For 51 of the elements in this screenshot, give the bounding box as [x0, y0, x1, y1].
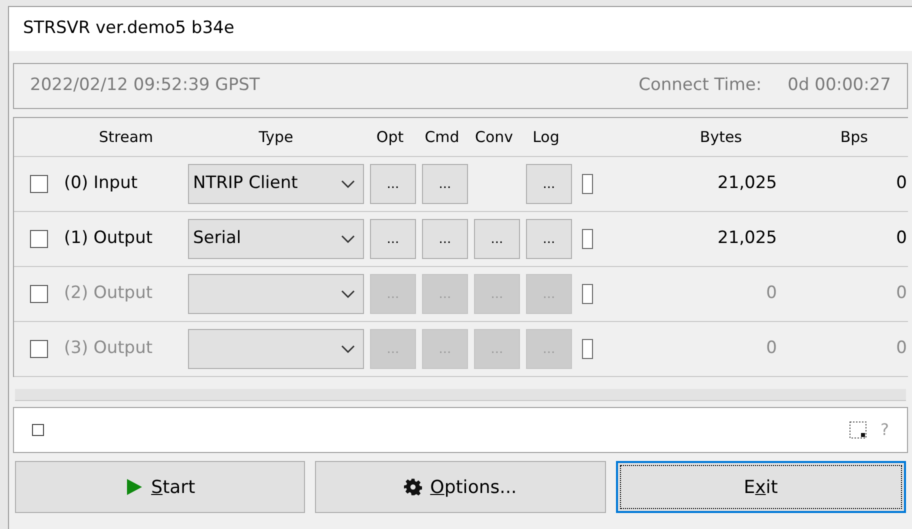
column-header: Opt [375, 126, 405, 148]
connect-time-value: 0d 00:00:27 [788, 74, 891, 98]
conv-button[interactable]: ... [474, 219, 520, 260]
column-header: Bytes [698, 126, 742, 148]
log-indicator-icon [582, 339, 593, 360]
resize-grip-icon [848, 421, 866, 439]
column-header: Bps [839, 126, 868, 148]
chevron-down-icon [341, 290, 355, 298]
chevron-down-icon [341, 180, 355, 188]
log-indicator-icon [582, 229, 593, 250]
stream-label: (1) Output [64, 227, 154, 250]
log-indicator-icon [582, 284, 593, 304]
log-indicator-icon [582, 174, 593, 194]
window-title: STRSVR ver.demo5 b34e [23, 17, 234, 40]
connect-time-label: Connect Time: [638, 74, 762, 98]
column-header: Cmd [424, 126, 460, 148]
bps-value: 0 [895, 337, 907, 360]
options-button[interactable]: Options... [315, 461, 606, 513]
log-button[interactable]: ... [526, 219, 572, 260]
type-dropdown[interactable]: Serial [188, 219, 364, 260]
bps-value: 0 [895, 172, 907, 196]
cmd-button[interactable]: ... [422, 164, 468, 204]
stream-label: (2) Output [64, 282, 154, 306]
gps-time: 2022/02/12 09:52:39 GPST [30, 74, 260, 98]
column-header: Conv [474, 126, 514, 148]
start-button[interactable]: Start [15, 461, 306, 513]
exit-button[interactable]: Exit [616, 461, 906, 513]
gear-icon [404, 478, 422, 496]
opt-button[interactable]: ... [370, 164, 416, 204]
column-header: Log [532, 126, 560, 148]
stream-checkbox[interactable] [30, 230, 48, 248]
log-button[interactable]: ... [526, 164, 572, 204]
chevron-down-icon [341, 345, 355, 354]
status-square-icon [32, 424, 44, 436]
stream-label: (0) Input [64, 172, 139, 196]
bps-value: 0 [895, 282, 907, 306]
scroll-bar[interactable] [15, 389, 906, 401]
bytes-value: 0 [765, 282, 777, 306]
chevron-down-icon [341, 235, 355, 244]
bytes-value: 0 [765, 337, 777, 360]
opt-button[interactable]: ... [370, 219, 416, 260]
play-icon [125, 478, 144, 496]
column-header: Type [258, 126, 294, 148]
type-dropdown[interactable]: NTRIP Client [188, 164, 364, 204]
bps-value: 0 [895, 227, 907, 250]
column-header: Stream [98, 126, 154, 148]
bytes-value: 21,025 [716, 172, 777, 196]
bytes-value: 21,025 [716, 227, 777, 250]
stream-label: (3) Output [64, 337, 154, 360]
stream-checkbox[interactable] [30, 175, 48, 194]
cmd-button[interactable]: ... [422, 219, 468, 260]
